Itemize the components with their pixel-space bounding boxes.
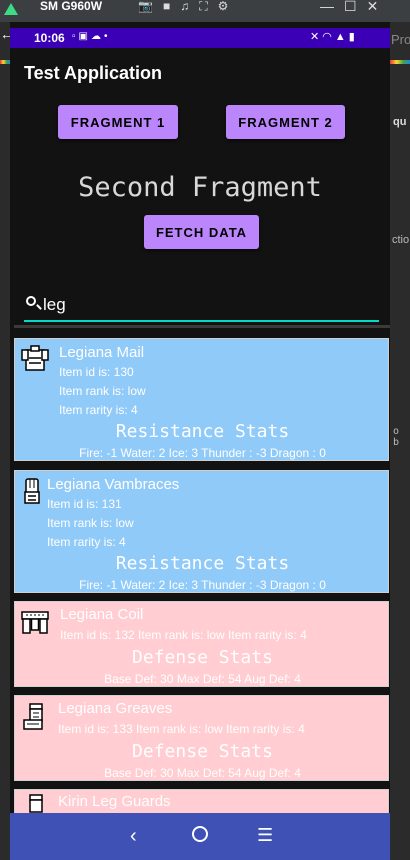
item-rarity: Item rarity is: 4 (47, 535, 126, 549)
window-controls: — ☐ ✕ (320, 0, 388, 15)
search-input[interactable] (43, 293, 363, 317)
item-id: Item id is: 130 (59, 365, 134, 379)
gear-icon[interactable]: ⚙ (218, 0, 239, 13)
cloud-icon: ☁ (91, 31, 104, 42)
android-icon (4, 3, 18, 15)
item-info: Item id is: 132 Item rank is: low Item r… (60, 628, 307, 642)
item-name: Kirin Leg Guards (58, 793, 171, 810)
fullscreen-icon[interactable]: ⛶ (199, 0, 217, 13)
item-id: Item id is: 131 (47, 497, 122, 511)
item-rank: Item rank is: low (59, 384, 146, 398)
list-item[interactable]: Legiana Vambraces Item id is: 131 Item r… (14, 470, 389, 593)
status-time: 10:06 (34, 31, 65, 45)
mute-icon: ✕ (310, 31, 323, 43)
back-arrow-icon[interactable]: ← (0, 26, 14, 46)
armor-arms-icon (20, 476, 50, 506)
window-title: SM G960W (40, 0, 103, 13)
gallery-icon: ▣ (78, 31, 91, 42)
search-box (24, 290, 379, 322)
phone-screen: 10:06 ▫▣☁• ✕◠▲▮ Test Application FRAGMEN… (10, 22, 390, 860)
item-stats: Fire: -1 Water: 2 Ice: 3 Thunder : -3 Dr… (79, 578, 326, 592)
ide-edge-text: Pro (391, 32, 410, 47)
system-icons: ✕◠▲▮ (310, 30, 358, 43)
home-icon[interactable] (192, 826, 208, 842)
section-title: Resistance Stats (115, 421, 290, 442)
list-item[interactable]: Legiana Greaves Item id is: 133 Item ran… (14, 695, 389, 781)
back-icon[interactable]: ‹ (130, 825, 137, 848)
dot-icon: • (104, 31, 111, 42)
item-info: Item id is: 133 Item rank is: low Item r… (58, 722, 305, 736)
headphones-icon[interactable]: ♫ (180, 0, 199, 13)
maximize-icon[interactable]: ☐ (344, 0, 357, 14)
item-stats: Base Def: 30 Max Def: 54 Aug Def: 4 (104, 672, 301, 686)
item-stats: Base Def: 30 Max Def: 54 Aug Def: 4 (104, 766, 301, 780)
item-rank: Item rank is: low (47, 516, 134, 530)
list-item[interactable]: Legiana Coil Item id is: 132 Item rank i… (14, 601, 389, 687)
color-strip (0, 60, 10, 64)
wifi-icon: ◠ (322, 31, 335, 43)
ide-edge-text: ctio (392, 234, 410, 246)
search-icon (26, 296, 36, 306)
fetch-data-button[interactable]: FETCH DATA (144, 215, 259, 249)
fragment-1-button[interactable]: FRAGMENT 1 (58, 105, 178, 139)
signal-icon: ▲ (334, 31, 349, 43)
notification-icons: ▫▣☁• (72, 31, 111, 42)
armor-waist-icon (20, 608, 50, 638)
item-rarity: Item rarity is: 4 (59, 403, 138, 417)
navigation-bar: ‹ ☰ (10, 813, 390, 860)
item-name: Legiana Mail (59, 344, 145, 361)
ide-edge-text: o b (393, 426, 400, 448)
battery-icon: ▮ (348, 31, 358, 43)
list-divider (14, 325, 390, 328)
minimize-icon[interactable]: — (320, 0, 334, 14)
item-name: Legiana Greaves (58, 700, 173, 717)
section-title: Defense Stats (132, 647, 273, 668)
item-stats: Fire: -1 Water: 2 Ice: 3 Thunder : -3 Dr… (79, 446, 326, 460)
list-item[interactable]: Legiana Mail Item id is: 130 Item rank i… (14, 338, 389, 461)
armor-chest-icon (20, 344, 50, 374)
close-icon[interactable]: ✕ (367, 0, 379, 14)
fragment-heading: Second Fragment (78, 172, 322, 203)
section-title: Resistance Stats (115, 553, 290, 574)
fragment-2-button[interactable]: FRAGMENT 2 (226, 105, 345, 139)
color-strip (390, 60, 410, 64)
record-icon[interactable]: ■ (163, 0, 180, 13)
camera-icon[interactable]: 📷 (138, 0, 163, 13)
armor-legs-icon (20, 702, 50, 732)
recents-icon[interactable]: ☰ (257, 825, 273, 846)
ide-edge-text: qu (393, 116, 407, 128)
item-name: Legiana Coil (60, 606, 144, 623)
status-bar: 10:06 ▫▣☁• ✕◠▲▮ (10, 28, 390, 48)
section-title: Defense Stats (132, 741, 273, 762)
app-title: Test Application (24, 63, 163, 83)
mirror-toolbar: 📷■♫⛶⚙ (138, 0, 238, 14)
item-name: Legiana Vambraces (47, 476, 180, 493)
mirror-window-titlebar: SM G960W 📷■♫⛶⚙ — ☐ ✕ (0, 0, 410, 22)
